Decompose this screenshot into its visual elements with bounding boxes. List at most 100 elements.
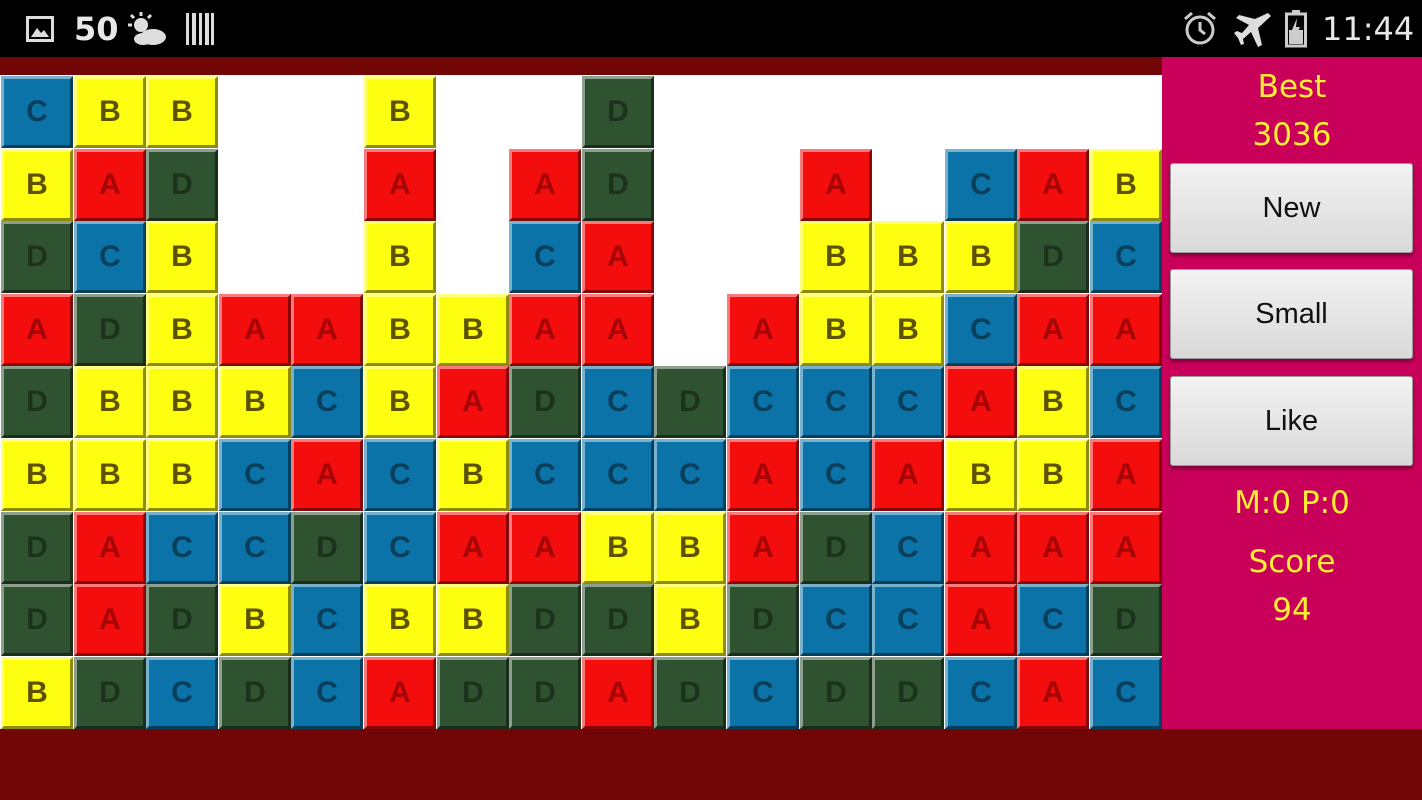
tile-a[interactable]: A — [582, 294, 654, 366]
tile-c[interactable]: C — [872, 584, 944, 656]
tile-c[interactable]: C — [291, 366, 363, 438]
tile-b[interactable]: B — [872, 294, 944, 366]
tile-c[interactable]: C — [146, 512, 218, 584]
tile-a[interactable]: A — [509, 512, 581, 584]
tile-d[interactable]: D — [146, 149, 218, 221]
tile-a[interactable]: A — [727, 439, 799, 511]
tile-b[interactable]: B — [146, 439, 218, 511]
tile-a[interactable]: A — [872, 439, 944, 511]
tile-b[interactable]: B — [364, 221, 436, 293]
tile-c[interactable]: C — [291, 584, 363, 656]
tile-a[interactable]: A — [1017, 294, 1089, 366]
tile-c[interactable]: C — [1017, 584, 1089, 656]
tile-a[interactable]: A — [1090, 439, 1162, 511]
tile-a[interactable]: A — [1090, 512, 1162, 584]
tile-b[interactable]: B — [945, 221, 1017, 293]
tile-c[interactable]: C — [219, 512, 291, 584]
tile-b[interactable]: B — [146, 221, 218, 293]
tile-b[interactable]: B — [74, 366, 146, 438]
tile-a[interactable]: A — [945, 366, 1017, 438]
tile-c[interactable]: C — [1090, 221, 1162, 293]
tile-c[interactable]: C — [1, 76, 73, 148]
tile-c[interactable]: C — [509, 439, 581, 511]
tile-d[interactable]: D — [727, 584, 799, 656]
tile-b[interactable]: B — [800, 221, 872, 293]
small-board-button[interactable]: Small — [1170, 269, 1413, 359]
tile-b[interactable]: B — [74, 439, 146, 511]
tile-d[interactable]: D — [1090, 584, 1162, 656]
tile-d[interactable]: D — [800, 512, 872, 584]
tile-a[interactable]: A — [509, 294, 581, 366]
tile-c[interactable]: C — [800, 584, 872, 656]
tile-c[interactable]: C — [945, 294, 1017, 366]
tile-b[interactable]: B — [1, 439, 73, 511]
tile-d[interactable]: D — [509, 366, 581, 438]
tile-d[interactable]: D — [872, 657, 944, 729]
tile-c[interactable]: C — [291, 657, 363, 729]
tile-b[interactable]: B — [1017, 366, 1089, 438]
tile-b[interactable]: B — [437, 294, 509, 366]
tile-b[interactable]: B — [146, 294, 218, 366]
tile-b[interactable]: B — [582, 512, 654, 584]
tile-c[interactable]: C — [800, 439, 872, 511]
tile-b[interactable]: B — [219, 366, 291, 438]
tile-b[interactable]: B — [364, 76, 436, 148]
tile-d[interactable]: D — [582, 76, 654, 148]
tile-b[interactable]: B — [1, 657, 73, 729]
tile-a[interactable]: A — [219, 294, 291, 366]
new-game-button[interactable]: New — [1170, 163, 1413, 253]
tile-c[interactable]: C — [800, 366, 872, 438]
tile-a[interactable]: A — [582, 221, 654, 293]
tile-b[interactable]: B — [146, 76, 218, 148]
tile-b[interactable]: B — [945, 439, 1017, 511]
tile-b[interactable]: B — [364, 584, 436, 656]
tile-c[interactable]: C — [582, 439, 654, 511]
tile-a[interactable]: A — [437, 512, 509, 584]
tile-b[interactable]: B — [364, 294, 436, 366]
tile-a[interactable]: A — [945, 584, 1017, 656]
tile-a[interactable]: A — [582, 657, 654, 729]
tile-c[interactable]: C — [364, 512, 436, 584]
tile-c[interactable]: C — [219, 439, 291, 511]
tile-d[interactable]: D — [654, 366, 726, 438]
tile-d[interactable]: D — [582, 149, 654, 221]
tile-c[interactable]: C — [1090, 657, 1162, 729]
tile-d[interactable]: D — [146, 584, 218, 656]
tile-a[interactable]: A — [1017, 149, 1089, 221]
tile-a[interactable]: A — [437, 366, 509, 438]
tile-a[interactable]: A — [1017, 512, 1089, 584]
tile-b[interactable]: B — [1, 149, 73, 221]
tile-c[interactable]: C — [872, 366, 944, 438]
tile-d[interactable]: D — [1, 584, 73, 656]
tile-d[interactable]: D — [654, 657, 726, 729]
tile-d[interactable]: D — [509, 584, 581, 656]
tile-b[interactable]: B — [1017, 439, 1089, 511]
tile-a[interactable]: A — [74, 512, 146, 584]
tile-d[interactable]: D — [1, 512, 73, 584]
tile-a[interactable]: A — [1090, 294, 1162, 366]
tile-d[interactable]: D — [800, 657, 872, 729]
tile-d[interactable]: D — [1, 366, 73, 438]
tile-d[interactable]: D — [291, 512, 363, 584]
tile-d[interactable]: D — [1, 221, 73, 293]
tile-d[interactable]: D — [219, 657, 291, 729]
tile-b[interactable]: B — [654, 512, 726, 584]
tile-d[interactable]: D — [509, 657, 581, 729]
tile-c[interactable]: C — [146, 657, 218, 729]
tile-a[interactable]: A — [945, 512, 1017, 584]
tile-d[interactable]: D — [437, 657, 509, 729]
tile-d[interactable]: D — [1017, 221, 1089, 293]
tile-b[interactable]: B — [872, 221, 944, 293]
tile-b[interactable]: B — [146, 366, 218, 438]
tile-b[interactable]: B — [364, 366, 436, 438]
tile-c[interactable]: C — [945, 149, 1017, 221]
tile-a[interactable]: A — [364, 657, 436, 729]
tile-c[interactable]: C — [74, 221, 146, 293]
tile-a[interactable]: A — [74, 584, 146, 656]
tile-b[interactable]: B — [437, 584, 509, 656]
tile-a[interactable]: A — [291, 294, 363, 366]
tile-c[interactable]: C — [654, 439, 726, 511]
tile-a[interactable]: A — [727, 512, 799, 584]
tile-c[interactable]: C — [364, 439, 436, 511]
tile-a[interactable]: A — [291, 439, 363, 511]
